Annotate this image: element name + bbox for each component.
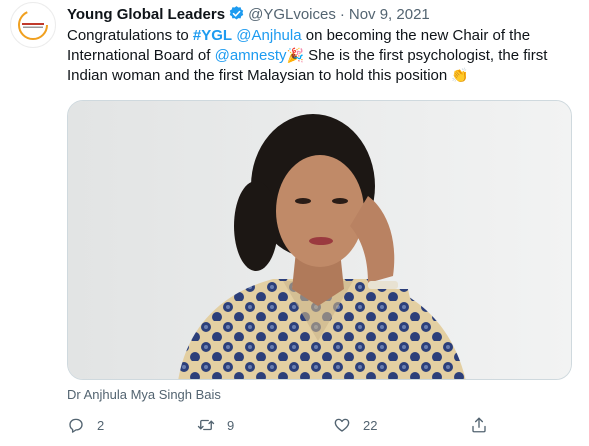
- media-caption: Dr Anjhula Mya Singh Bais: [67, 387, 221, 402]
- mention-link-anjhula[interactable]: @Anjhula: [236, 27, 301, 44]
- portrait-photo: [68, 101, 571, 379]
- hashtag-link[interactable]: #YGL: [193, 27, 232, 44]
- author-avatar[interactable]: [10, 2, 56, 48]
- tweet-date[interactable]: Nov 9, 2021: [349, 6, 430, 23]
- party-popper-emoji: 🎉: [286, 48, 304, 64]
- separator-dot: ·: [339, 6, 345, 23]
- reply-icon: [69, 418, 83, 433]
- share-button[interactable]: [470, 413, 488, 437]
- tweet-actions: 2 9 22: [67, 413, 572, 437]
- heart-icon: [334, 418, 350, 432]
- reply-count: 2: [97, 417, 105, 433]
- clapping-hands-emoji: 👏: [451, 68, 469, 84]
- tweet-photo[interactable]: [67, 100, 572, 380]
- author-handle[interactable]: @YGLvoices: [248, 6, 336, 23]
- retweet-icon: [197, 419, 215, 431]
- like-count: 22: [363, 417, 378, 433]
- tweet-text: Congratulations to #YGL @Anjhula on beco…: [67, 26, 572, 86]
- mention-link-amnesty[interactable]: @amnesty: [215, 47, 287, 64]
- retweet-count: 9: [227, 417, 235, 433]
- ygl-logo-icon: [18, 10, 48, 40]
- like-button[interactable]: 22: [333, 413, 377, 437]
- retweet-button[interactable]: 9: [197, 413, 234, 437]
- text-part: Congratulations to: [67, 27, 193, 44]
- tweet-header: Young Global Leaders @YGLvoices · Nov 9, 20…: [67, 5, 430, 28]
- author-name[interactable]: Young Global Leaders: [67, 6, 225, 23]
- reply-button[interactable]: 2: [67, 413, 104, 437]
- share-icon: [472, 417, 486, 433]
- verified-badge-icon: [228, 5, 245, 28]
